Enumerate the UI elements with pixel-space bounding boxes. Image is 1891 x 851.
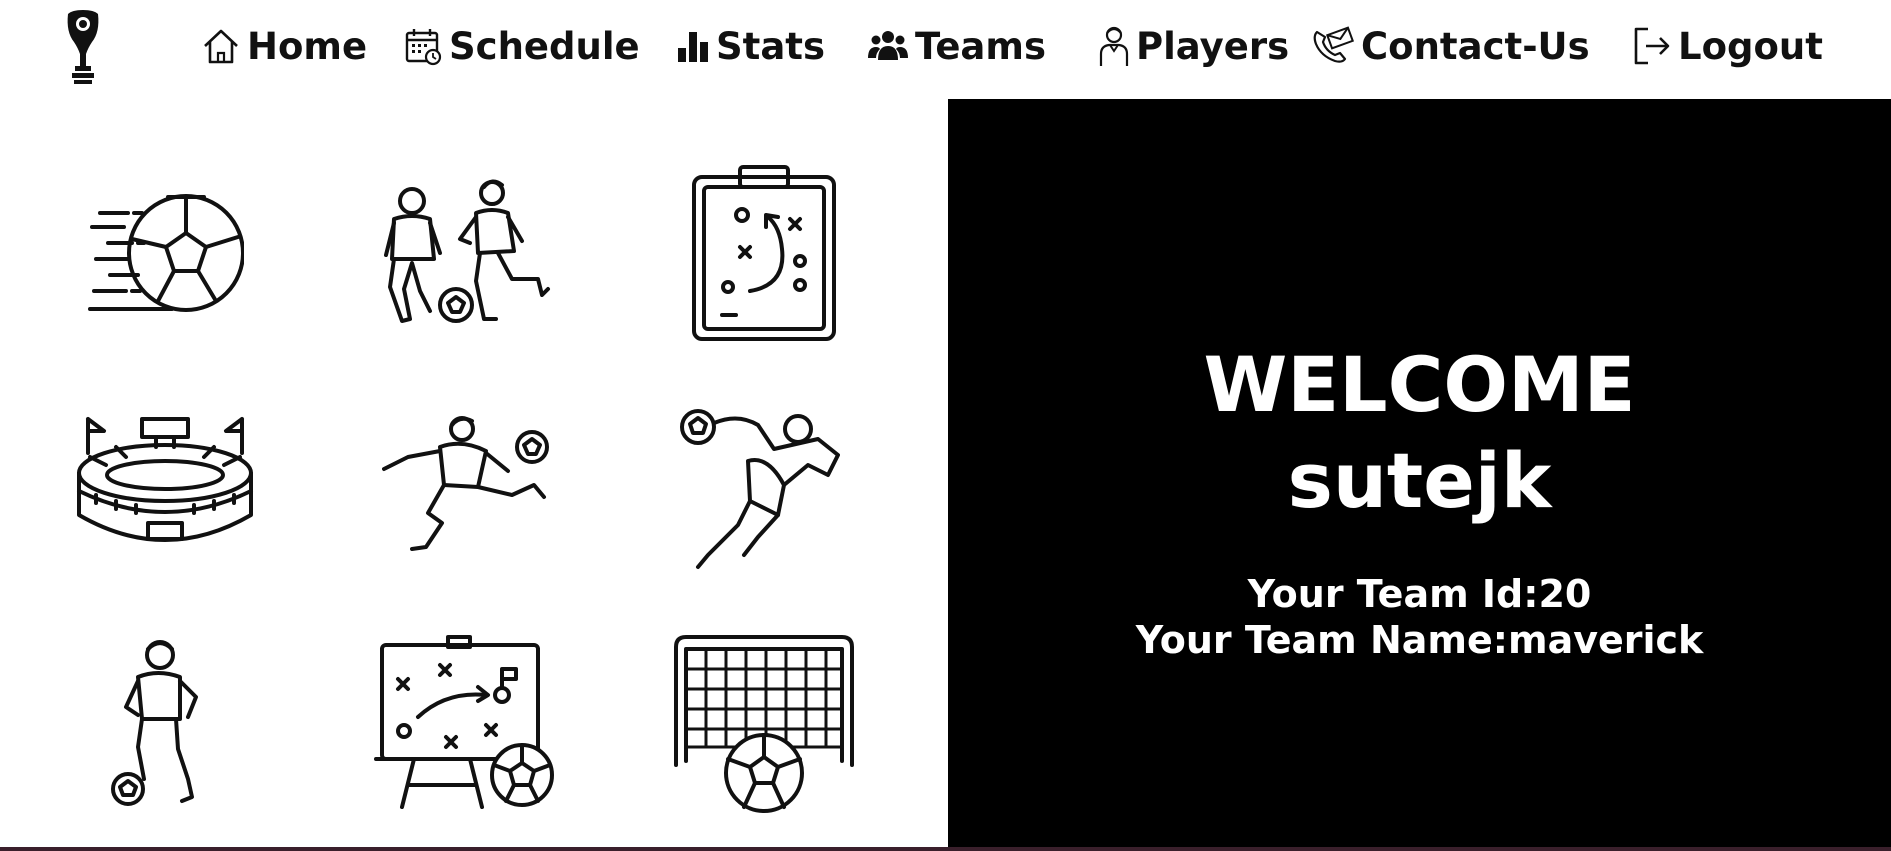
- home-icon: [204, 29, 238, 64]
- fast-soccer-ball-icon: [88, 191, 244, 321]
- nav-schedule-label: Schedule: [449, 24, 640, 68]
- welcome-heading: WELCOME: [1203, 340, 1636, 429]
- nav-stats[interactable]: Stats: [676, 22, 825, 70]
- nav-players-label: Players: [1136, 24, 1290, 68]
- nav-stats-label: Stats: [716, 24, 826, 68]
- stadium-icon: [76, 415, 254, 553]
- welcome-username: sutejk: [1287, 436, 1552, 525]
- welcome-panel: WELCOME sutejk Your Team Id:20 Your Team…: [948, 99, 1891, 847]
- nav-teams-label: Teams: [915, 24, 1046, 68]
- team-id-text: Your Team Id:20: [1247, 572, 1592, 616]
- player-with-ball-icon: [108, 637, 204, 809]
- phone-envelope-icon: [1313, 26, 1355, 63]
- trophy-logo-icon[interactable]: [60, 8, 106, 86]
- goal-net-icon: [672, 635, 856, 815]
- bar-chart-icon: [678, 32, 708, 62]
- player-icon: [1099, 26, 1129, 66]
- top-navbar: Home Schedule Stats Teams Players Contac…: [0, 0, 1891, 99]
- nav-contact-us[interactable]: Contact-Us: [1311, 22, 1590, 70]
- football-icon-grid: [0, 99, 948, 847]
- bottom-border: [0, 847, 1891, 851]
- users-group-icon: [868, 31, 908, 60]
- nav-teams[interactable]: Teams: [867, 22, 1046, 70]
- calendar-icon: [405, 29, 442, 66]
- nav-home-label: Home: [247, 24, 368, 68]
- tactics-whiteboard-icon: [374, 635, 556, 813]
- nav-contact-us-label: Contact-Us: [1361, 24, 1590, 68]
- team-name-text: Your Team Name:maverick: [1135, 618, 1704, 662]
- tactics-clipboard-icon: [690, 165, 838, 343]
- player-kicking-icon: [382, 411, 554, 557]
- logout-icon: [1634, 27, 1670, 65]
- nav-schedule[interactable]: Schedule: [403, 22, 640, 70]
- nav-logout[interactable]: Logout: [1632, 22, 1823, 70]
- nav-players[interactable]: Players: [1098, 22, 1289, 70]
- two-players-dribbling-icon: [380, 179, 554, 329]
- nav-logout-label: Logout: [1678, 24, 1823, 68]
- goalkeeper-diving-icon: [678, 405, 848, 571]
- nav-home[interactable]: Home: [201, 22, 367, 70]
